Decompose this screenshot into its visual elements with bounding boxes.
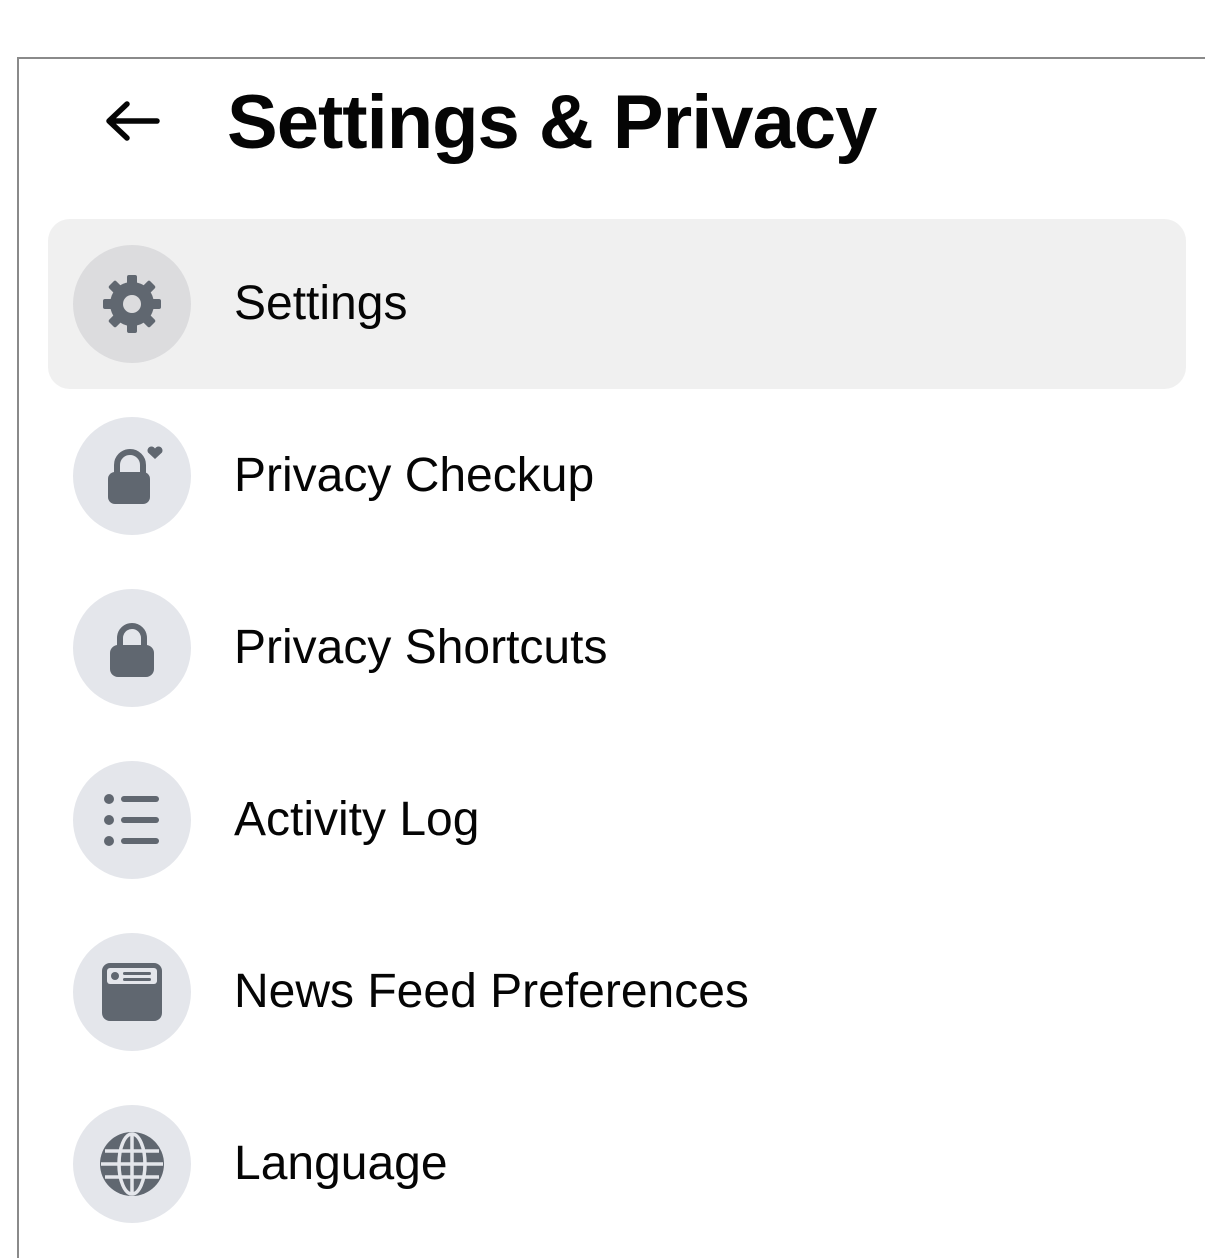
lock-icon bbox=[110, 623, 154, 677]
menu-item-label: News Feed Preferences bbox=[234, 965, 749, 1018]
menu-item-privacy-shortcuts[interactable]: Privacy Shortcuts bbox=[48, 563, 1186, 733]
menu-item-label: Settings bbox=[234, 277, 408, 330]
page-title: Settings & Privacy bbox=[227, 80, 877, 165]
menu-item-icon-wrap bbox=[73, 417, 191, 535]
menu-item-icon-wrap bbox=[73, 761, 191, 879]
menu-item-label: Privacy Shortcuts bbox=[234, 621, 608, 674]
menu-item-label: Privacy Checkup bbox=[234, 449, 595, 502]
menu-item-language[interactable]: Language bbox=[48, 1079, 1186, 1249]
menu-item-icon-wrap bbox=[73, 933, 191, 1051]
settings-menu: Settings Privacy Checkup Privacy Shortcu… bbox=[48, 219, 1186, 1251]
news-feed-icon bbox=[102, 963, 162, 1021]
globe-icon bbox=[100, 1132, 164, 1196]
menu-item-icon-wrap bbox=[73, 245, 191, 363]
arrow-left-icon bbox=[106, 101, 160, 141]
settings-privacy-panel: Settings & Privacy Settings Privacy Chec… bbox=[17, 57, 1205, 1258]
header: Settings & Privacy bbox=[19, 59, 1205, 189]
list-icon bbox=[104, 794, 159, 846]
menu-item-label: Language bbox=[234, 1137, 448, 1190]
menu-item-label: Activity Log bbox=[234, 793, 480, 846]
menu-item-activity-log[interactable]: Activity Log bbox=[48, 735, 1186, 905]
gear-icon bbox=[103, 275, 161, 333]
menu-item-news-feed-preferences[interactable]: News Feed Preferences bbox=[48, 907, 1186, 1077]
back-button[interactable] bbox=[97, 89, 167, 153]
lock-heart-icon bbox=[108, 446, 163, 504]
menu-item-icon-wrap bbox=[73, 1105, 191, 1223]
menu-item-settings[interactable]: Settings bbox=[48, 219, 1186, 389]
menu-item-icon-wrap bbox=[73, 589, 191, 707]
menu-item-privacy-checkup[interactable]: Privacy Checkup bbox=[48, 391, 1186, 561]
